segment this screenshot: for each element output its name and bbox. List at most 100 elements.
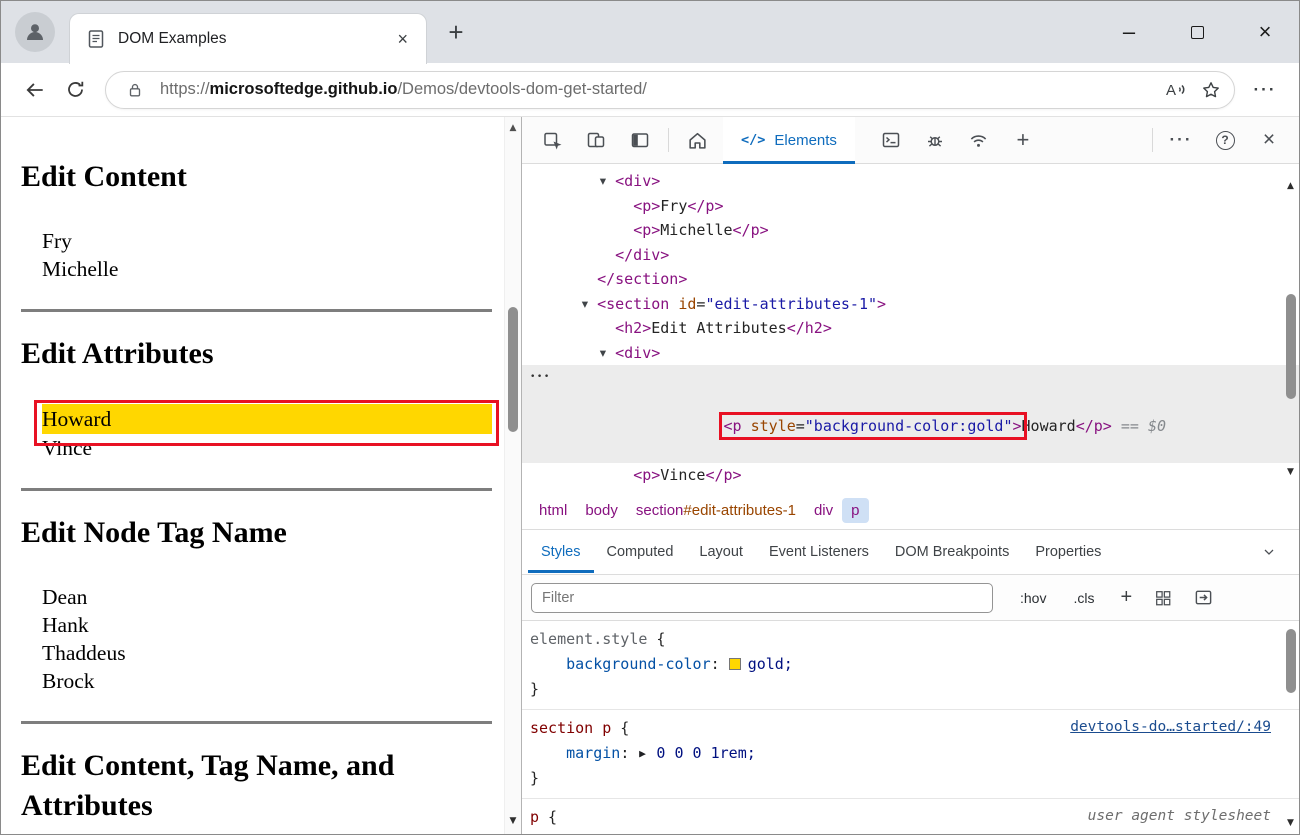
scroll-down-icon[interactable]: ▼ <box>1282 818 1299 828</box>
profile-avatar[interactable] <box>15 12 55 52</box>
maximize-button[interactable] <box>1163 7 1231 57</box>
css-line[interactable]: background-color: gold; <box>530 652 1273 677</box>
minimize-button[interactable]: – <box>1095 7 1163 57</box>
dom-node-line[interactable]: <p>Fry</p> <box>522 194 1299 219</box>
dom-node-line[interactable]: <h2>Edit Attributes</h2> <box>522 316 1299 341</box>
scroll-down-icon[interactable]: ▼ <box>505 816 521 826</box>
tab-computed[interactable]: Computed <box>594 531 687 573</box>
style-rule-p[interactable]: user agent stylesheet p { <box>522 799 1299 834</box>
dom-node-line-selected[interactable]: ••• <p style="background-color:gold">How… <box>522 365 1299 463</box>
style-rule-element[interactable]: element.style { background-color: gold; … <box>522 621 1299 710</box>
close-window-button[interactable]: × <box>1231 7 1299 57</box>
refresh-button[interactable] <box>55 70 95 110</box>
lock-icon[interactable] <box>118 73 152 107</box>
tab-styles[interactable]: Styles <box>528 531 594 573</box>
tab-event-listeners[interactable]: Event Listeners <box>756 531 882 573</box>
network-conditions-icon[interactable] <box>957 122 1001 158</box>
dom-node-line[interactable]: </section> <box>522 267 1299 292</box>
scrollbar-thumb[interactable] <box>508 307 518 432</box>
page-heading: Edit Node Tag Name <box>21 513 492 553</box>
element-states-grid-icon[interactable] <box>1154 589 1172 607</box>
page-heading: Edit Content, Tag Name, and Attributes <box>21 746 492 826</box>
divider <box>21 488 492 491</box>
tab-close-icon[interactable]: × <box>391 29 414 50</box>
inspect-element-icon[interactable] <box>530 122 574 158</box>
scroll-up-icon[interactable]: ▲ <box>505 123 521 133</box>
page-paragraph: Dean <box>42 583 492 611</box>
help-icon[interactable]: ? <box>1203 122 1247 158</box>
css-line[interactable]: margin: ▶ 0 0 0 1rem; <box>530 741 1273 766</box>
favorites-star-icon[interactable] <box>1194 73 1228 107</box>
page-scrollbar[interactable]: ▲ ▼ <box>504 117 521 834</box>
tab-dom-breakpoints[interactable]: DOM Breakpoints <box>882 531 1022 573</box>
add-tools-icon[interactable]: + <box>1001 122 1045 158</box>
dock-panel-icon[interactable] <box>618 122 662 158</box>
more-options-icon[interactable]: ··· <box>1159 122 1203 158</box>
url-scheme: https:// <box>160 80 210 98</box>
breadcrumb-section[interactable]: section#edit-attributes-1 <box>627 498 805 523</box>
browser-tab[interactable]: DOM Examples × <box>69 13 427 64</box>
divider <box>21 309 492 312</box>
ellipsis-icon: ··· <box>1254 80 1277 100</box>
style-rule-section-p[interactable]: devtools-do…started/:49 section p { marg… <box>522 710 1299 799</box>
code-icon: </> <box>741 132 765 148</box>
tab-properties[interactable]: Properties <box>1022 531 1114 573</box>
styles-pane: element.style { background-color: gold; … <box>522 621 1299 834</box>
styles-scrollbar[interactable]: ▼ <box>1282 621 1299 834</box>
scroll-down-icon[interactable]: ▼ <box>1282 460 1299 485</box>
refresh-icon <box>65 79 86 100</box>
read-aloud-icon[interactable]: A <box>1160 73 1194 107</box>
dom-node-line[interactable]: ▼ <div> <box>522 169 1299 194</box>
toggle-hover-state[interactable]: :hov <box>1020 590 1046 606</box>
settings-more-button[interactable]: ··· <box>1245 70 1285 110</box>
page-paragraph: Michelle <box>42 255 492 283</box>
divider <box>21 721 492 724</box>
chevron-down-icon[interactable] <box>1261 544 1293 560</box>
back-button[interactable] <box>15 70 55 110</box>
page-paragraph: Thaddeus <box>42 639 492 667</box>
scrollbar-thumb[interactable] <box>1286 294 1296 399</box>
home-icon[interactable] <box>675 122 719 158</box>
url-path: /Demos/devtools-dom-get-started/ <box>397 80 646 98</box>
device-emulation-icon[interactable] <box>574 122 618 158</box>
debugger-bug-icon[interactable] <box>913 122 957 158</box>
breadcrumb: html body section#edit-attributes-1 div … <box>522 492 1299 530</box>
page-paragraph: Fry <box>42 227 492 255</box>
css-line: } <box>530 766 1273 791</box>
breadcrumb-p-selected[interactable]: p <box>842 498 868 523</box>
toolbar-separator <box>668 128 669 152</box>
dom-node-line[interactable]: </div> <box>522 243 1299 268</box>
svg-text:A: A <box>1166 82 1176 99</box>
scroll-up-icon[interactable]: ▲ <box>1282 174 1299 199</box>
tab-title: DOM Examples <box>118 30 391 48</box>
highlighted-paragraph: Howard <box>42 404 492 434</box>
page-paragraph: Brock <box>42 667 492 695</box>
dom-node-line[interactable]: <p>Vince</p> <box>522 463 1299 488</box>
dom-node-line[interactable]: ▼ <div> <box>522 341 1299 366</box>
console-icon[interactable] <box>869 122 913 158</box>
scrollbar-thumb[interactable] <box>1286 629 1296 693</box>
breadcrumb-html[interactable]: html <box>530 498 576 523</box>
toggle-class-editor[interactable]: .cls <box>1073 590 1094 606</box>
dom-node-line[interactable]: <p>Michelle</p> <box>522 218 1299 243</box>
address-bar[interactable]: https://microsoftedge.github.io/Demos/de… <box>105 71 1235 109</box>
person-icon <box>23 20 47 44</box>
styles-filter-input[interactable] <box>531 583 993 613</box>
new-style-rule-icon[interactable]: + <box>1120 586 1132 609</box>
close-devtools-icon[interactable]: × <box>1247 122 1291 158</box>
new-tab-button[interactable]: + <box>439 15 473 49</box>
breadcrumb-body[interactable]: body <box>576 498 627 523</box>
browser-window: DOM Examples × + – × https://microsofted… <box>0 0 1300 835</box>
tab-elements[interactable]: </> Elements <box>723 117 855 164</box>
tab-layout[interactable]: Layout <box>686 531 756 573</box>
breadcrumb-div[interactable]: div <box>805 498 842 523</box>
node-actions-icon[interactable]: ••• <box>530 365 551 390</box>
user-agent-stylesheet-note: user agent stylesheet <box>1088 808 1271 824</box>
dom-node-line[interactable]: </div> <box>522 488 1299 493</box>
open-sidebar-panel-icon[interactable] <box>1194 588 1213 607</box>
dom-node-line[interactable]: ▼ <section id="edit-attributes-1"> <box>522 292 1299 317</box>
dom-tree-scrollbar[interactable]: ▲ ▼ <box>1282 164 1299 492</box>
stylesheet-source-link[interactable]: devtools-do…started/:49 <box>1070 719 1271 735</box>
document-icon <box>86 29 106 49</box>
page-heading: Edit Attributes <box>21 334 492 374</box>
